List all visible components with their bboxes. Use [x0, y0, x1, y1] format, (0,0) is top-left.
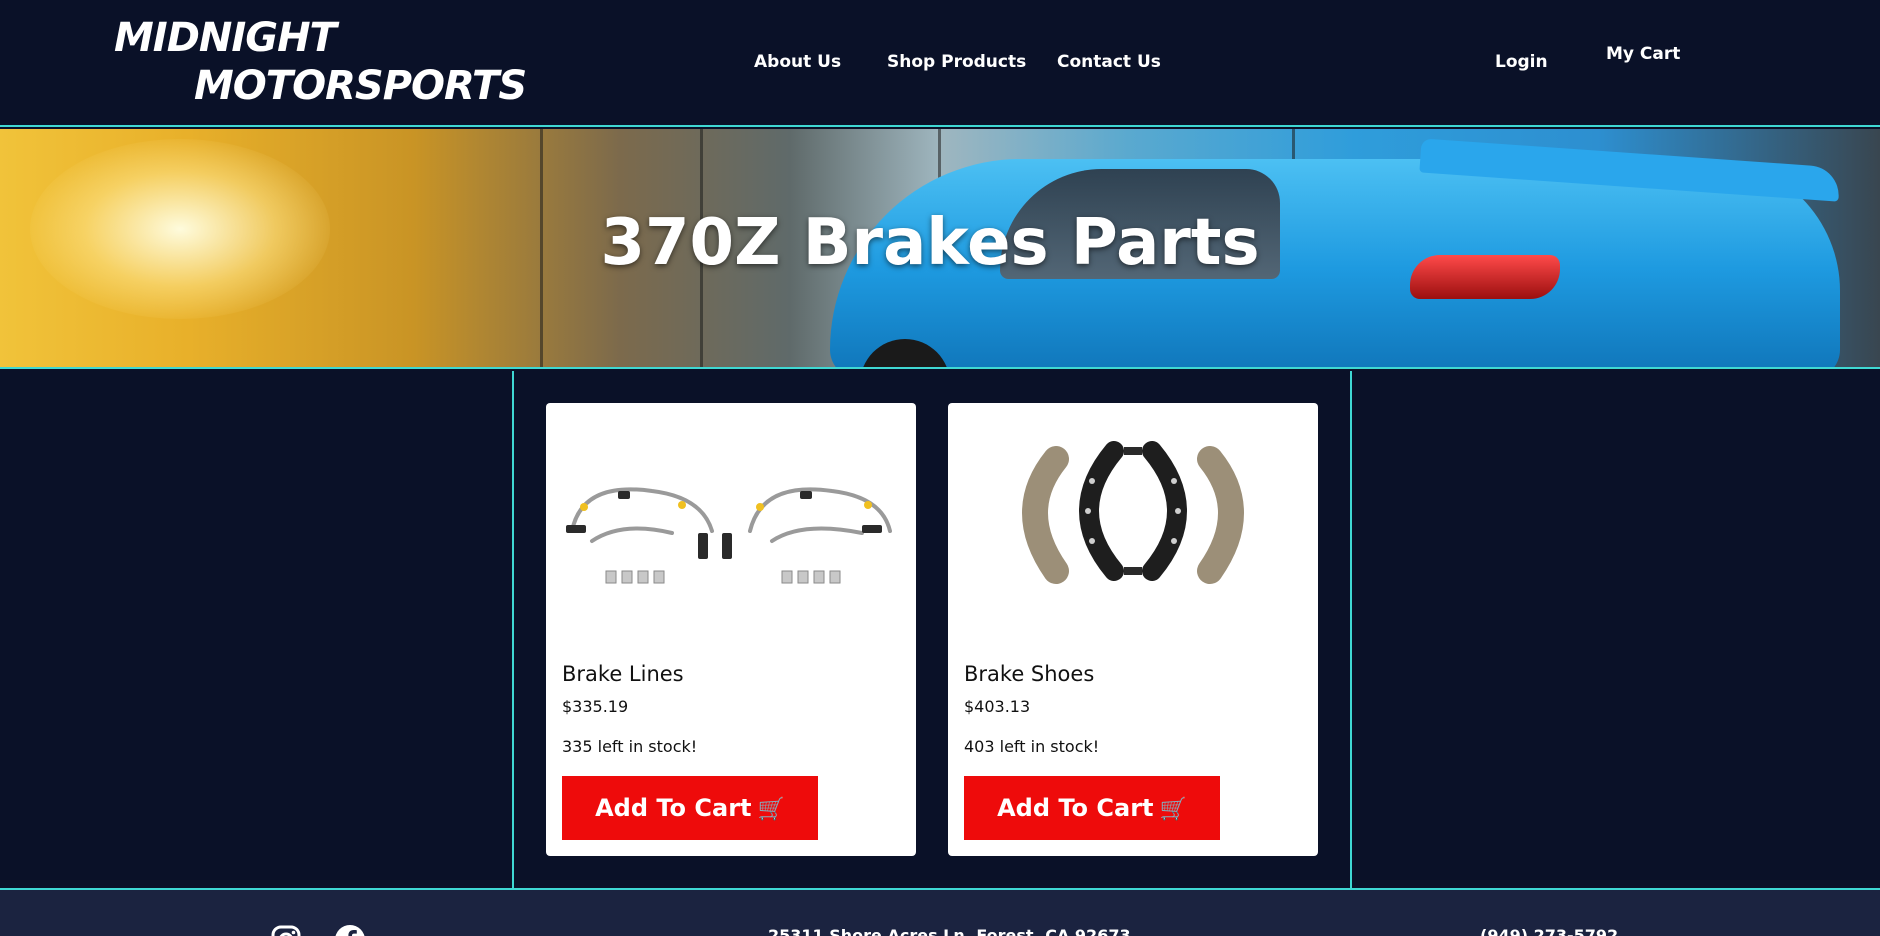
site-header: MIDNIGHT MOTORSPORTS About Us Shop Produ… — [0, 0, 1880, 127]
shopping-cart-icon: 🛒 — [1159, 797, 1187, 822]
product-price: $335.19 — [562, 697, 629, 716]
brake-shoes-image — [1022, 441, 1244, 584]
add-to-cart-button[interactable]: Add To Cart 🛒 — [562, 776, 818, 840]
product-price: $403.13 — [964, 697, 1031, 716]
shopping-cart-icon: 🛒 — [757, 797, 785, 822]
nav-login[interactable]: Login — [1495, 52, 1548, 72]
add-to-cart-label: Add To Cart — [997, 794, 1154, 822]
brand-line-2: MOTORSPORTS — [194, 63, 527, 109]
nav-contact-us[interactable]: Contact Us — [1057, 52, 1161, 72]
product-name: Brake Shoes — [964, 662, 1095, 686]
right-column-divider — [1350, 371, 1352, 889]
product-grid-area — [0, 371, 1880, 889]
brake-lines-image — [566, 487, 892, 584]
nav-shop-products[interactable]: Shop Products — [887, 52, 1026, 72]
instagram-icon[interactable] — [270, 924, 302, 936]
site-footer: 25311 Shore Acres Ln, Forest, CA 92673 (… — [0, 890, 1880, 936]
product-stock: 403 left in stock! — [964, 737, 1100, 756]
footer-address: 25311 Shore Acres Ln, Forest, CA 92673 — [768, 926, 1131, 936]
page-title: 370Z Brakes Parts — [600, 206, 1260, 280]
add-to-cart-button[interactable]: Add To Cart 🛒 — [964, 776, 1220, 840]
product-card: Brake Shoes $403.13 403 left in stock! A… — [948, 403, 1318, 856]
add-to-cart-label: Add To Cart — [595, 794, 752, 822]
product-name: Brake Lines — [562, 662, 684, 686]
nav-my-cart[interactable]: My Cart — [1606, 44, 1680, 64]
product-stock: 335 left in stock! — [562, 737, 698, 756]
brand-line-1: MIDNIGHT — [114, 15, 337, 61]
footer-phone[interactable]: (949) 273-5792 — [1480, 926, 1618, 936]
hero-banner: 370Z Brakes Parts — [0, 129, 1880, 369]
nav-about-us[interactable]: About Us — [754, 52, 841, 72]
product-card: Brake Lines $335.19 335 left in stock! A… — [546, 403, 916, 856]
left-column-divider — [512, 371, 514, 889]
brand-logo[interactable]: MIDNIGHT MOTORSPORTS — [114, 14, 527, 110]
facebook-icon[interactable] — [334, 924, 366, 936]
